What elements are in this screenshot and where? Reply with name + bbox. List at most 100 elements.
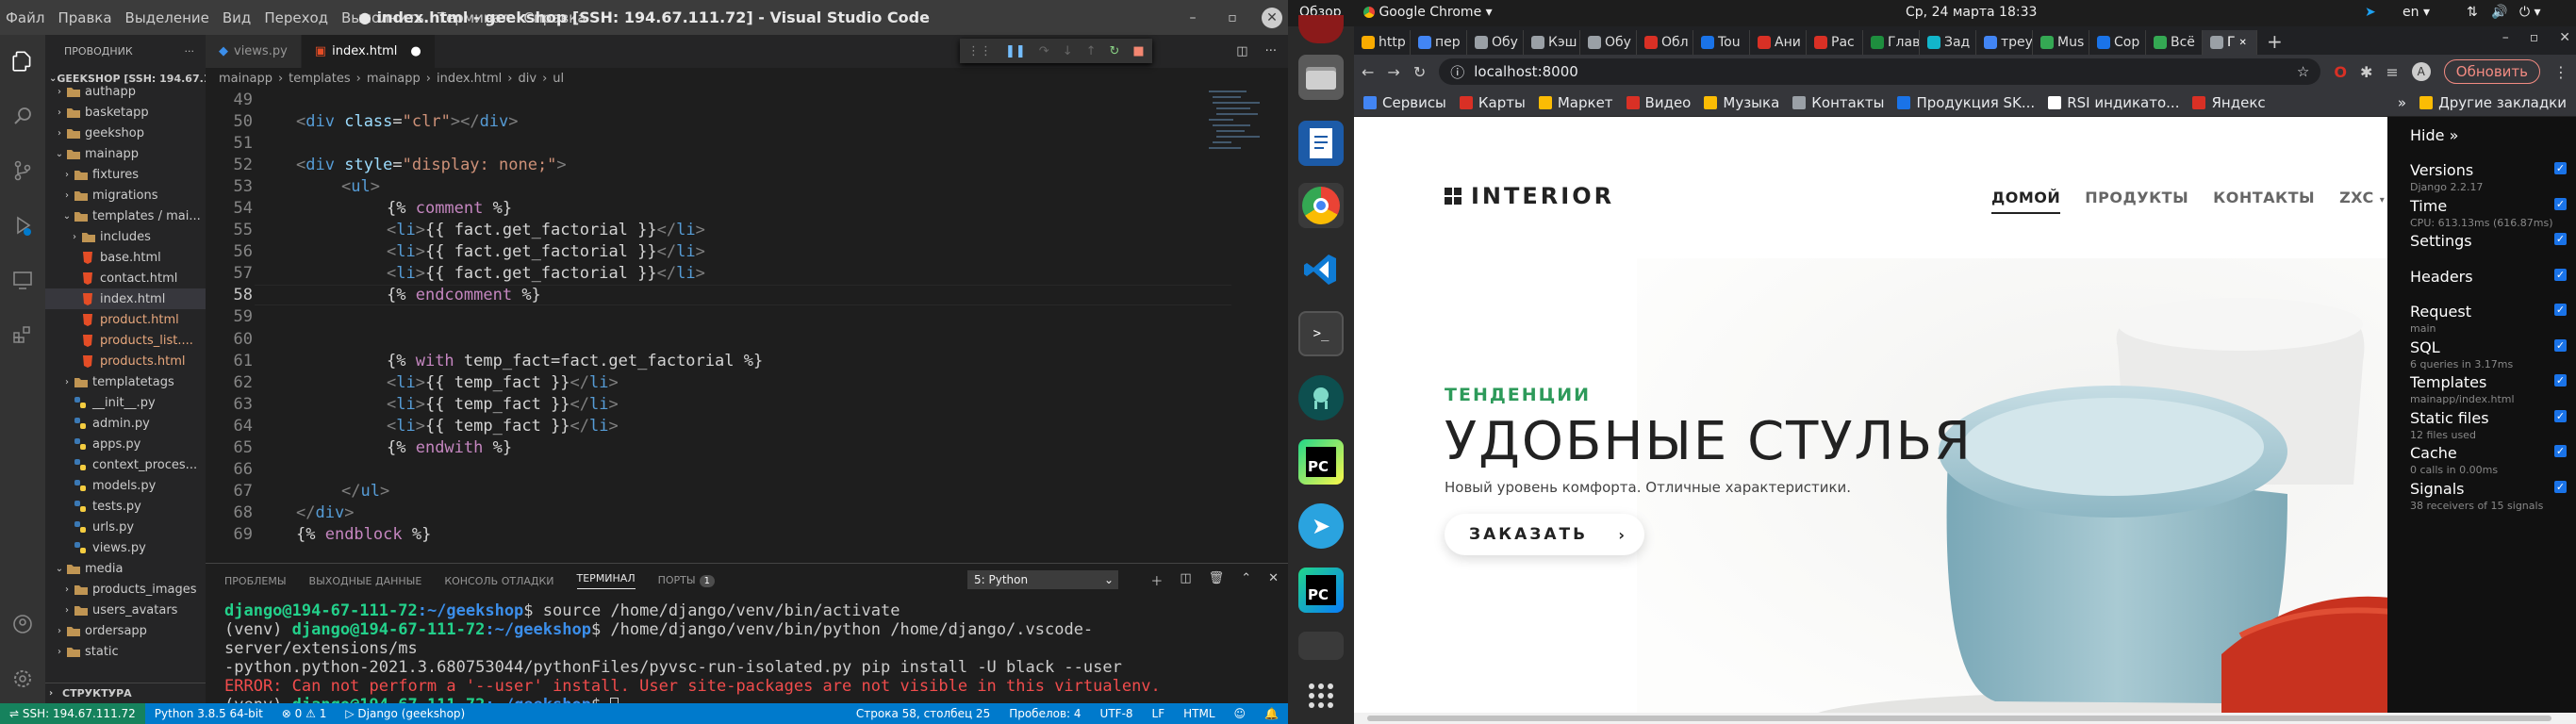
djdt-panel-checkbox[interactable]: ✓ bbox=[2554, 409, 2567, 422]
djdt-panel-checkbox[interactable]: ✓ bbox=[2554, 304, 2567, 316]
pycharm-icon[interactable]: PC bbox=[1298, 439, 1344, 485]
breadcrumb-item[interactable]: ul bbox=[553, 72, 564, 86]
tree-item[interactable]: products_list.... bbox=[45, 330, 206, 351]
browser-tab[interactable]: Сор bbox=[2089, 30, 2146, 55]
source-control-icon[interactable] bbox=[0, 152, 45, 189]
djdt-panel[interactable]: SQL 6 queries in 3.17ms ✓ bbox=[2387, 332, 2576, 370]
browser-tab[interactable]: Всё bbox=[2146, 30, 2203, 55]
search-icon[interactable] bbox=[0, 97, 45, 135]
nav-contacts[interactable]: КОНТАКТЫ bbox=[2213, 189, 2315, 214]
code-line[interactable]: 58 {% endcomment %} bbox=[206, 285, 1288, 306]
feedback-icon[interactable]: ☺ bbox=[1225, 707, 1256, 720]
horizontal-scrollbar[interactable] bbox=[1354, 713, 2576, 724]
debug-env[interactable]: ▷ Django (geekshop) bbox=[336, 707, 474, 720]
browser-tab[interactable]: http bbox=[1354, 30, 1411, 55]
code-line[interactable]: 66 bbox=[206, 459, 1288, 481]
tree-item[interactable]: products.html bbox=[45, 351, 206, 371]
opera-ext-icon[interactable]: O bbox=[2334, 63, 2347, 81]
tree-item[interactable]: › geekshop bbox=[45, 123, 206, 143]
browser-tab[interactable]: Tou bbox=[1693, 30, 1750, 55]
code-line[interactable]: 49 bbox=[206, 89, 1288, 110]
djdt-panel-checkbox[interactable]: ✓ bbox=[2554, 233, 2567, 245]
trash-icon[interactable]: 🗑 bbox=[1209, 571, 1225, 589]
bookmark-star-icon[interactable]: ☆ bbox=[2297, 63, 2309, 80]
nav-products[interactable]: ПРОДУКТЫ bbox=[2085, 189, 2188, 214]
browser-tab[interactable]: Кэш bbox=[1524, 30, 1580, 55]
bookmark-item[interactable]: Видео bbox=[1626, 94, 1691, 111]
tab-output[interactable]: ВЫХОДНЫЕ ДАННЫЕ bbox=[309, 575, 422, 587]
djdt-panel-checkbox[interactable]: ✓ bbox=[2554, 445, 2567, 457]
close-tab-icon[interactable]: ✕ bbox=[2239, 38, 2247, 48]
modified-dot-icon[interactable]: ● bbox=[410, 44, 421, 58]
tree-item[interactable]: views.py bbox=[45, 537, 206, 558]
nav-home[interactable]: ДОМОЙ bbox=[1991, 189, 2061, 214]
code-line[interactable]: 62 <li>{{ temp_fact }}</li> bbox=[206, 371, 1288, 393]
files-icon[interactable] bbox=[1298, 55, 1344, 100]
code-line[interactable]: 67 </ul> bbox=[206, 481, 1288, 502]
menu-item[interactable]: Выделение bbox=[125, 9, 209, 26]
new-tab-icon[interactable]: + bbox=[2267, 30, 2283, 53]
terminal[interactable]: django@194-67-111-72:~/geekshop$ source … bbox=[206, 598, 1288, 718]
breadcrumb-item[interactable]: templates bbox=[289, 72, 350, 86]
browser-tab[interactable]: Ани bbox=[1750, 30, 1807, 55]
drag-handle-icon[interactable]: ⋮⋮ bbox=[967, 44, 992, 58]
tree-item[interactable]: __init__.py bbox=[45, 392, 206, 413]
account-icon[interactable] bbox=[0, 605, 45, 643]
tab-terminal[interactable]: ТЕРМИНАЛ bbox=[576, 572, 636, 589]
scrollbar-thumb[interactable] bbox=[1367, 716, 2551, 721]
language-mode[interactable]: HTML bbox=[1174, 707, 1224, 720]
menu-item[interactable]: Справка bbox=[523, 9, 586, 26]
tree-item[interactable]: tests.py bbox=[45, 496, 206, 517]
djdt-panel[interactable]: Static files 12 files used ✓ bbox=[2387, 403, 2576, 441]
djdt-panel-checkbox[interactable]: ✓ bbox=[2554, 374, 2567, 387]
explorer-icon[interactable] bbox=[0, 42, 45, 80]
djdt-panel[interactable]: Request main ✓ bbox=[2387, 296, 2576, 335]
tree-item[interactable]: models.py bbox=[45, 475, 206, 496]
eol[interactable]: LF bbox=[1143, 707, 1175, 720]
browser-tab[interactable]: Зад bbox=[1920, 30, 1976, 55]
extensions-icon[interactable] bbox=[0, 316, 45, 354]
other-bookmarks[interactable]: Другие закладки bbox=[2419, 94, 2567, 111]
breadcrumb-item[interactable]: mainapp bbox=[219, 72, 272, 86]
code-line[interactable]: 65 {% endwith %} bbox=[206, 437, 1288, 459]
close-icon[interactable]: ✕ bbox=[2559, 30, 2570, 45]
media-icon[interactable]: ≡ bbox=[2386, 63, 2398, 81]
volume-icon[interactable]: 🔊 bbox=[2491, 5, 2507, 20]
code-line[interactable]: 53 <ul> bbox=[206, 175, 1288, 197]
code-line[interactable]: 55 <li>{{ fact.get_factorial }}</li> bbox=[206, 220, 1288, 241]
notifications-icon[interactable]: 🔔 bbox=[1255, 707, 1288, 720]
tree-item[interactable]: › ordersapp bbox=[45, 620, 206, 641]
tree-item[interactable]: › fixtures bbox=[45, 164, 206, 185]
minimize-icon[interactable]: – bbox=[1182, 8, 1203, 28]
apps-grid-icon[interactable] bbox=[1298, 673, 1344, 718]
terminal-select[interactable]: 5: Python ⌄ bbox=[967, 570, 1118, 589]
tab-ports[interactable]: ПОРТЫ 1 bbox=[658, 574, 715, 587]
bookmark-item[interactable]: Контакты bbox=[1792, 94, 1884, 111]
terminal-icon[interactable]: >_ bbox=[1298, 311, 1344, 356]
problems-counter[interactable]: ⊗ 0 ⚠ 1 bbox=[272, 707, 337, 720]
power-icon[interactable]: ⏻ ▾ bbox=[2519, 5, 2541, 20]
forward-icon[interactable]: → bbox=[1387, 63, 1399, 81]
tree-item[interactable]: ⌄ media bbox=[45, 558, 206, 579]
djdt-panel[interactable]: Cache 0 calls in 0.00ms ✓ bbox=[2387, 437, 2576, 476]
menu-item[interactable]: Выполнить bbox=[341, 9, 424, 26]
code-line[interactable]: 52 <div style="display: none;"> bbox=[206, 154, 1288, 175]
pycharm-2-icon[interactable]: PC bbox=[1298, 568, 1344, 613]
tree-item[interactable]: › users_avatars bbox=[45, 600, 206, 620]
split-terminal-icon[interactable]: ◫ bbox=[1180, 571, 1191, 589]
network-icon[interactable]: ⇅ bbox=[2467, 5, 2478, 20]
tree-item[interactable]: › static bbox=[45, 641, 206, 662]
close-panel-icon[interactable]: ✕ bbox=[1268, 571, 1279, 589]
djdt-panel[interactable]: Versions Django 2.2.17 ✓ bbox=[2387, 155, 2576, 193]
code-line[interactable]: 51 bbox=[206, 132, 1288, 154]
bookmarks-overflow-icon[interactable]: » bbox=[2398, 94, 2406, 111]
tree-item[interactable]: context_proces... bbox=[45, 454, 206, 475]
djdt-panel[interactable]: Settings ✓ bbox=[2387, 225, 2576, 261]
remote-explorer-icon[interactable] bbox=[0, 261, 45, 299]
address-bar[interactable]: ⓘ localhost:8000 ☆ bbox=[1439, 58, 2321, 85]
breadcrumb-item[interactable]: index.html bbox=[437, 72, 502, 86]
split-editor-icon[interactable]: ◫ bbox=[1236, 44, 1247, 58]
maximize-icon[interactable]: ▫ bbox=[1222, 8, 1243, 28]
pause-icon[interactable]: ❚❚ bbox=[1005, 44, 1026, 58]
djdt-panel-checkbox[interactable]: ✓ bbox=[2554, 162, 2567, 174]
